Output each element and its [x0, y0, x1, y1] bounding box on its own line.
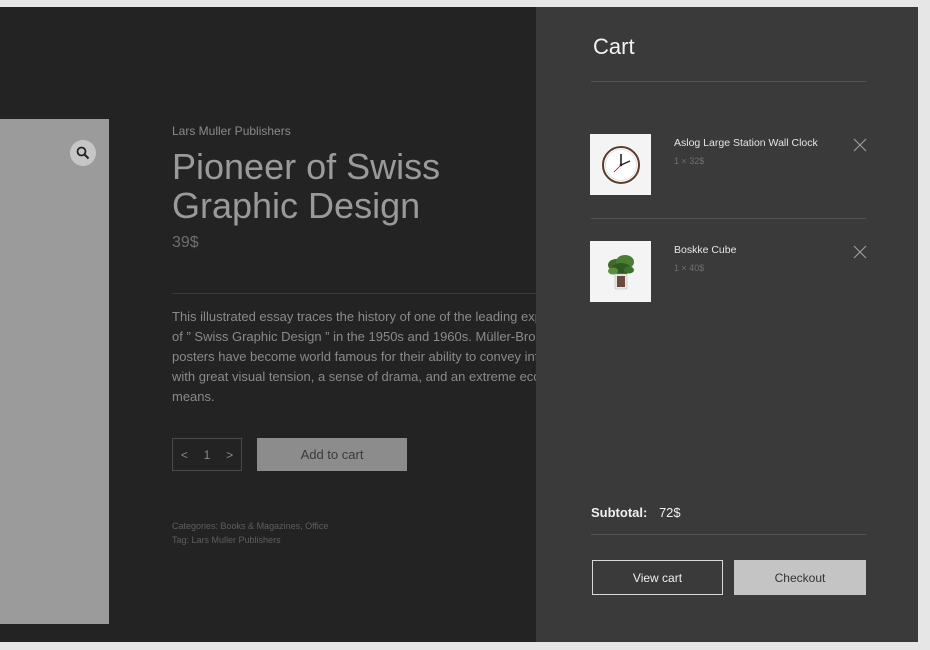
cart-subtotal: Subtotal: 72$	[591, 505, 681, 520]
potted-plant-icon	[607, 254, 634, 289]
cart-panel: Cart Aslog Large Station Wall Clock 1 × …	[536, 7, 918, 642]
categories-line: Categories: Books & Magazines, Office	[172, 519, 328, 533]
quantity-increment-button[interactable]: >	[226, 448, 233, 462]
cart-title: Cart	[593, 34, 635, 59]
subtotal-value: 72$	[658, 505, 681, 520]
checkout-button[interactable]: Checkout	[734, 560, 866, 595]
close-x-icon[interactable]	[853, 138, 867, 152]
product-publisher: Lars Muller Publishers	[172, 124, 291, 138]
subtotal-label: Subtotal:	[591, 505, 648, 520]
magnifier-icon	[76, 146, 90, 160]
cart-divider	[591, 534, 866, 535]
product-meta: Categories: Books & Magazines, Office Ta…	[172, 519, 328, 547]
tag-value[interactable]: Lars Muller Publishers	[192, 535, 281, 545]
cart-item-thumbnail[interactable]	[590, 241, 651, 302]
cart-item-qty-price: 1 × 32$	[674, 156, 705, 166]
wall-clock-icon	[601, 145, 640, 184]
cart-item-thumbnail[interactable]	[590, 134, 651, 195]
categories-label: Categories:	[172, 521, 219, 531]
add-to-cart-button[interactable]: Add to cart	[257, 438, 407, 471]
tag-label: Tag:	[172, 535, 190, 545]
product-price: 39$	[172, 234, 199, 251]
tag-line: Tag: Lars Muller Publishers	[172, 533, 328, 547]
zoom-button[interactable]	[70, 140, 96, 166]
product-title: Pioneer of Swiss Graphic Design	[172, 146, 441, 226]
page-frame: Lars Muller Publishers Pioneer of Swiss …	[0, 7, 918, 642]
close-x-icon[interactable]	[853, 245, 867, 259]
divider	[172, 293, 572, 294]
product-image	[0, 119, 109, 624]
quantity-stepper[interactable]: < 1 >	[172, 438, 242, 471]
cart-item: Boskke Cube 1 × 40$	[590, 241, 870, 303]
product-description: This illustrated essay traces the histor…	[172, 309, 591, 404]
quantity-decrement-button[interactable]: <	[181, 448, 188, 462]
cart-item-name[interactable]: Boskke Cube	[674, 244, 736, 256]
view-cart-button[interactable]: View cart	[592, 560, 723, 595]
categories-value[interactable]: Books & Magazines, Office	[221, 521, 329, 531]
cart-divider	[591, 218, 866, 219]
cart-item: Aslog Large Station Wall Clock 1 × 32$	[590, 134, 870, 196]
cart-item-name[interactable]: Aslog Large Station Wall Clock	[674, 137, 818, 149]
cart-item-qty-price: 1 × 40$	[674, 263, 705, 273]
cart-divider	[591, 81, 866, 82]
quantity-value[interactable]: 1	[204, 448, 211, 462]
